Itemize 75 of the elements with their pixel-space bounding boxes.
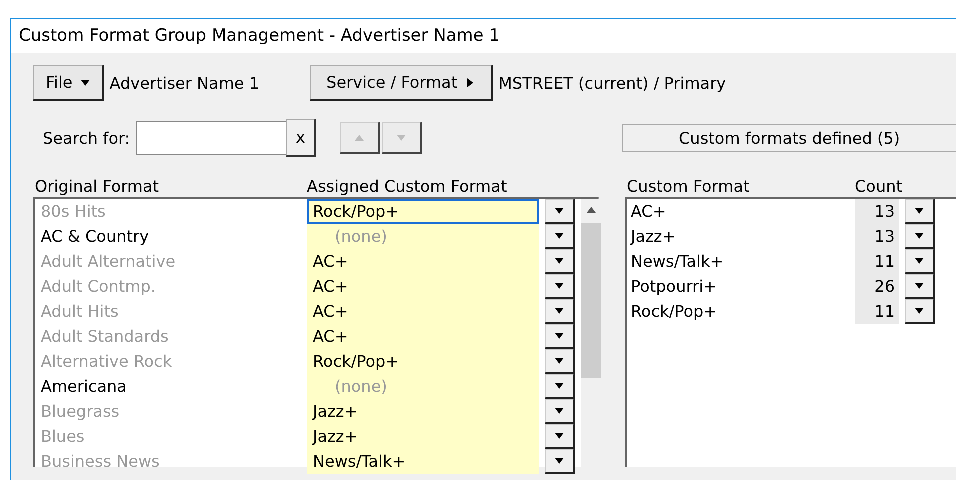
assigned-format-dropdown[interactable]: News/Talk+: [307, 449, 539, 474]
dropdown-button[interactable]: [905, 224, 935, 249]
service-format-value: MSTREET (current) / Primary: [498, 74, 726, 92]
caret-icon: [555, 333, 564, 339]
column-header: Assigned Custom Format: [307, 176, 508, 196]
assigned-format-dropdown[interactable]: AC+: [307, 299, 539, 324]
caret-icon: [555, 358, 564, 364]
dropdown-button[interactable]: [905, 249, 935, 274]
dropdown-button[interactable]: [905, 274, 935, 299]
search-field[interactable]: [136, 121, 286, 155]
caret-icon: [555, 233, 564, 239]
format-count: 26: [855, 274, 899, 299]
assigned-format-dropdown[interactable]: Rock/Pop+: [307, 199, 539, 224]
dropdown-button[interactable]: [905, 199, 935, 224]
assigned-format-dropdown[interactable]: AC+: [307, 249, 539, 274]
scrollbar[interactable]: [581, 199, 601, 467]
advertiser-name: Advertiser Name 1: [110, 74, 260, 92]
caret-icon: [555, 283, 564, 289]
file-button[interactable]: File: [33, 65, 104, 101]
assigned-format-dropdown[interactable]: AC+: [307, 274, 539, 299]
caret-icon: [467, 78, 474, 87]
format-count: 11: [855, 299, 899, 324]
original-format[interactable]: AC & Country: [35, 224, 301, 249]
caret-icon: [80, 80, 90, 86]
custom-format-name[interactable]: AC+: [627, 199, 849, 224]
caret-icon: [555, 433, 564, 439]
caret-icon: [555, 383, 564, 389]
caret-icon: [915, 258, 924, 264]
clear-button[interactable]: x: [286, 119, 316, 157]
search-label: Search for:: [43, 128, 130, 148]
move-down-button[interactable]: [382, 122, 422, 154]
dropdown-button[interactable]: [545, 424, 575, 449]
caret-icon: [915, 283, 924, 289]
dropdown-button[interactable]: [545, 249, 575, 274]
format-count: 13: [855, 199, 899, 224]
caret-icon: [555, 308, 564, 314]
custom-format-name[interactable]: Potpourri+: [627, 274, 849, 299]
dropdown-button[interactable]: [545, 374, 575, 399]
dropdown-button[interactable]: [545, 449, 575, 474]
original-format[interactable]: Americana: [35, 374, 301, 399]
assigned-format-dropdown[interactable]: AC+: [307, 324, 539, 349]
caret-icon: [555, 208, 564, 214]
column-header: Count: [855, 176, 903, 196]
service-format-button[interactable]: Service / Format: [310, 65, 493, 101]
custom-format-name[interactable]: News/Talk+: [627, 249, 849, 274]
column-header: Custom Format: [627, 176, 751, 196]
caret-icon: [915, 233, 924, 239]
caret-icon: [555, 258, 564, 264]
dropdown-button[interactable]: [545, 224, 575, 249]
custom-format-name[interactable]: Rock/Pop+: [627, 299, 849, 324]
down-arrow-icon: [397, 134, 406, 140]
format-count: 13: [855, 224, 899, 249]
dropdown-button[interactable]: [545, 274, 575, 299]
assigned-format-dropdown[interactable]: Jazz+: [307, 424, 539, 449]
scroll-up-icon: [586, 207, 596, 213]
assigned-format-dropdown[interactable]: Rock/Pop+: [307, 349, 539, 374]
dropdown-button[interactable]: [545, 349, 575, 374]
caret-icon: [555, 408, 564, 414]
dropdown-button[interactable]: [545, 399, 575, 424]
caret-icon: [915, 208, 924, 214]
caret-icon: [555, 458, 564, 464]
status-label: Custom formats defined (5): [622, 124, 956, 152]
dropdown-button[interactable]: [545, 324, 575, 349]
caret-icon: [915, 308, 924, 314]
move-up-button[interactable]: [340, 122, 380, 154]
window-title: Custom Format Group Management - Advertiser Name 1: [19, 26, 500, 46]
dropdown-button[interactable]: [545, 299, 575, 324]
dropdown-button[interactable]: [545, 199, 575, 224]
scroll-thumb[interactable]: [581, 223, 601, 378]
dropdown-button[interactable]: [905, 299, 935, 324]
up-arrow-icon: [355, 134, 364, 140]
format-count: 11: [855, 249, 899, 274]
column-header: Original Format: [35, 176, 160, 196]
custom-format-name[interactable]: Jazz+: [627, 224, 849, 249]
assigned-format-dropdown[interactable]: Jazz+: [307, 399, 539, 424]
